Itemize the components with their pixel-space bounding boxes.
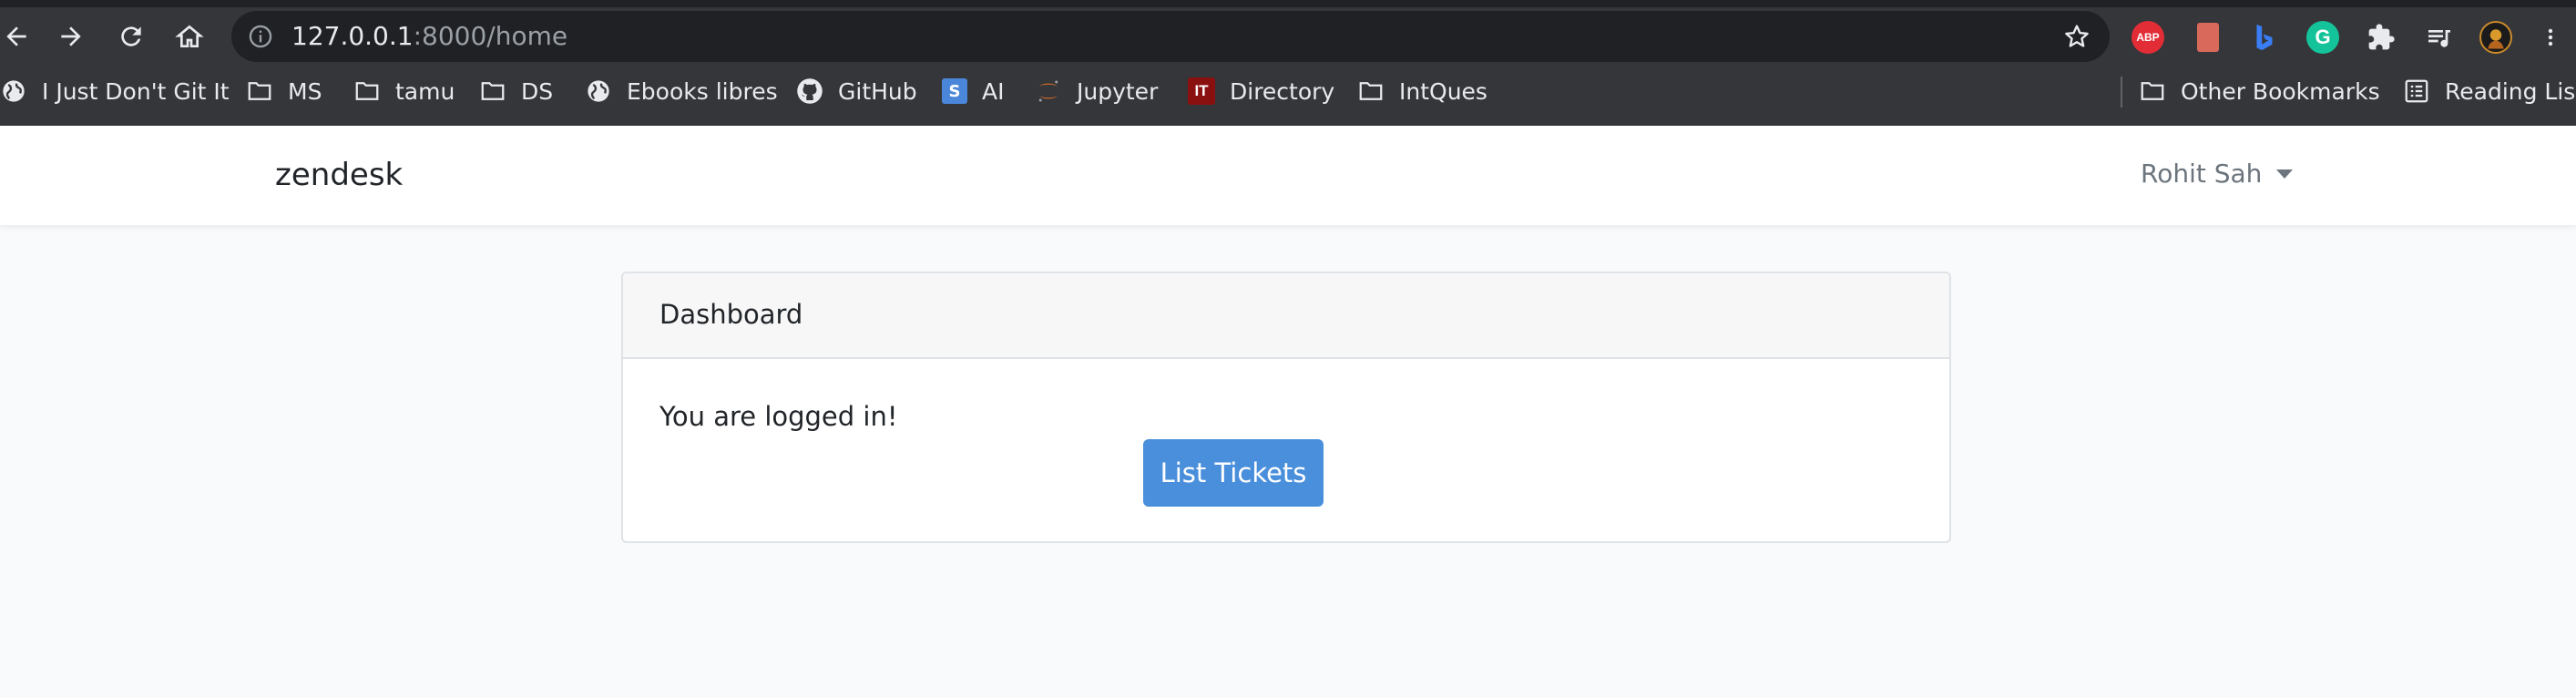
forward-icon[interactable] <box>51 16 91 56</box>
list-tickets-button[interactable]: List Tickets <box>1143 439 1324 507</box>
caret-down-icon <box>2276 169 2294 179</box>
app-navbar: zendesk Rohit Sah <box>0 126 2576 226</box>
jupyter-icon <box>1035 77 1062 105</box>
bookmarks-bar: I Just Don't Git It MS tamu DS Ebooks li… <box>0 71 2576 111</box>
profile-avatar-icon[interactable] <box>2479 21 2512 54</box>
card-title: Dashboard <box>659 299 803 330</box>
folder-icon <box>353 77 381 105</box>
bookmark-tamu[interactable]: tamu <box>353 71 455 111</box>
card-header: Dashboard <box>623 273 1949 359</box>
reload-icon[interactable] <box>111 16 151 56</box>
bookmarks-separator <box>2121 77 2122 108</box>
url-text[interactable]: 127.0.0.1:8000/home <box>291 20 567 53</box>
address-bar[interactable]: 127.0.0.1:8000/home <box>231 11 2110 62</box>
bookmark-label: DS <box>521 77 554 105</box>
bookmark-i-just-dont-git-it[interactable]: I Just Don't Git It <box>0 71 230 111</box>
bookmark-jupyter[interactable]: Jupyter <box>1035 71 1158 111</box>
bookmark-label: AI <box>982 77 1005 105</box>
brand-link[interactable]: zendesk <box>275 157 403 193</box>
bookmark-label: Jupyter <box>1077 77 1159 105</box>
globe-icon <box>585 77 612 105</box>
site-info-icon[interactable] <box>248 24 273 49</box>
bookmark-github[interactable]: GitHub <box>796 71 917 111</box>
user-name: Rohit Sah <box>2141 159 2263 189</box>
bookmark-label: Other Bookmarks <box>2181 77 2380 105</box>
bookmark-label: tamu <box>395 77 455 105</box>
folder-icon <box>2139 77 2166 105</box>
bookmark-label: Directory <box>1230 77 1335 105</box>
bookmark-label: IntQues <box>1399 77 1487 105</box>
grammarly-extension-icon[interactable]: G <box>2306 21 2339 54</box>
tab-strip-edge <box>0 0 2576 7</box>
folder-icon <box>246 77 273 105</box>
back-icon[interactable] <box>0 16 36 56</box>
bookmark-label: Reading List <box>2445 77 2576 105</box>
bookmark-label: MS <box>288 77 322 105</box>
bookmark-ai[interactable]: S AI <box>942 71 1004 111</box>
s-square-icon: S <box>942 78 967 104</box>
chrome-menu-icon[interactable] <box>2541 21 2560 54</box>
grammarly-label: G <box>2315 26 2331 48</box>
puzzle-extensions-icon[interactable] <box>2365 21 2397 54</box>
adblock-label: ABP <box>2136 31 2160 44</box>
bookmark-label: GitHub <box>838 77 917 105</box>
bookmark-label: I Just Don't Git It <box>42 77 230 105</box>
bookmark-ms[interactable]: MS <box>246 71 322 111</box>
bookmark-reading-list[interactable]: Reading List <box>2403 71 2576 111</box>
bookmark-star-icon[interactable] <box>2062 22 2091 51</box>
bookmark-directory[interactable]: IT Directory <box>1188 71 1334 111</box>
user-dropdown[interactable]: Rohit Sah <box>2141 159 2294 189</box>
bookmark-label: Ebooks libres <box>627 77 778 105</box>
bing-extension-icon[interactable] <box>2248 21 2281 54</box>
url-path: :8000/home <box>413 21 568 51</box>
bookmark-intques[interactable]: IntQues <box>1357 71 1487 111</box>
reading-list-icon <box>2403 77 2430 105</box>
book-extension-icon[interactable] <box>2197 23 2219 52</box>
it-square-icon: IT <box>1188 77 1215 105</box>
home-icon[interactable] <box>169 16 210 56</box>
login-status-message: You are logged in! <box>659 401 898 432</box>
globe-icon <box>0 77 27 105</box>
media-queue-icon[interactable] <box>2423 21 2456 54</box>
url-host: 127.0.0.1 <box>291 21 414 51</box>
folder-icon <box>1357 77 1385 105</box>
bookmark-ds[interactable]: DS <box>479 71 553 111</box>
browser-chrome: 127.0.0.1:8000/home ABP G I Just Don't G… <box>0 0 2576 126</box>
github-icon <box>796 77 823 105</box>
folder-icon <box>479 77 506 105</box>
bookmark-ebooks-libres[interactable]: Ebooks libres <box>585 71 778 111</box>
bookmark-other-bookmarks[interactable]: Other Bookmarks <box>2139 71 2380 111</box>
dashboard-card: Dashboard You are logged in! List Ticket… <box>621 272 1951 543</box>
adblock-extension-icon[interactable]: ABP <box>2131 21 2164 54</box>
browser-toolbar: 127.0.0.1:8000/home ABP G <box>0 7 2576 64</box>
